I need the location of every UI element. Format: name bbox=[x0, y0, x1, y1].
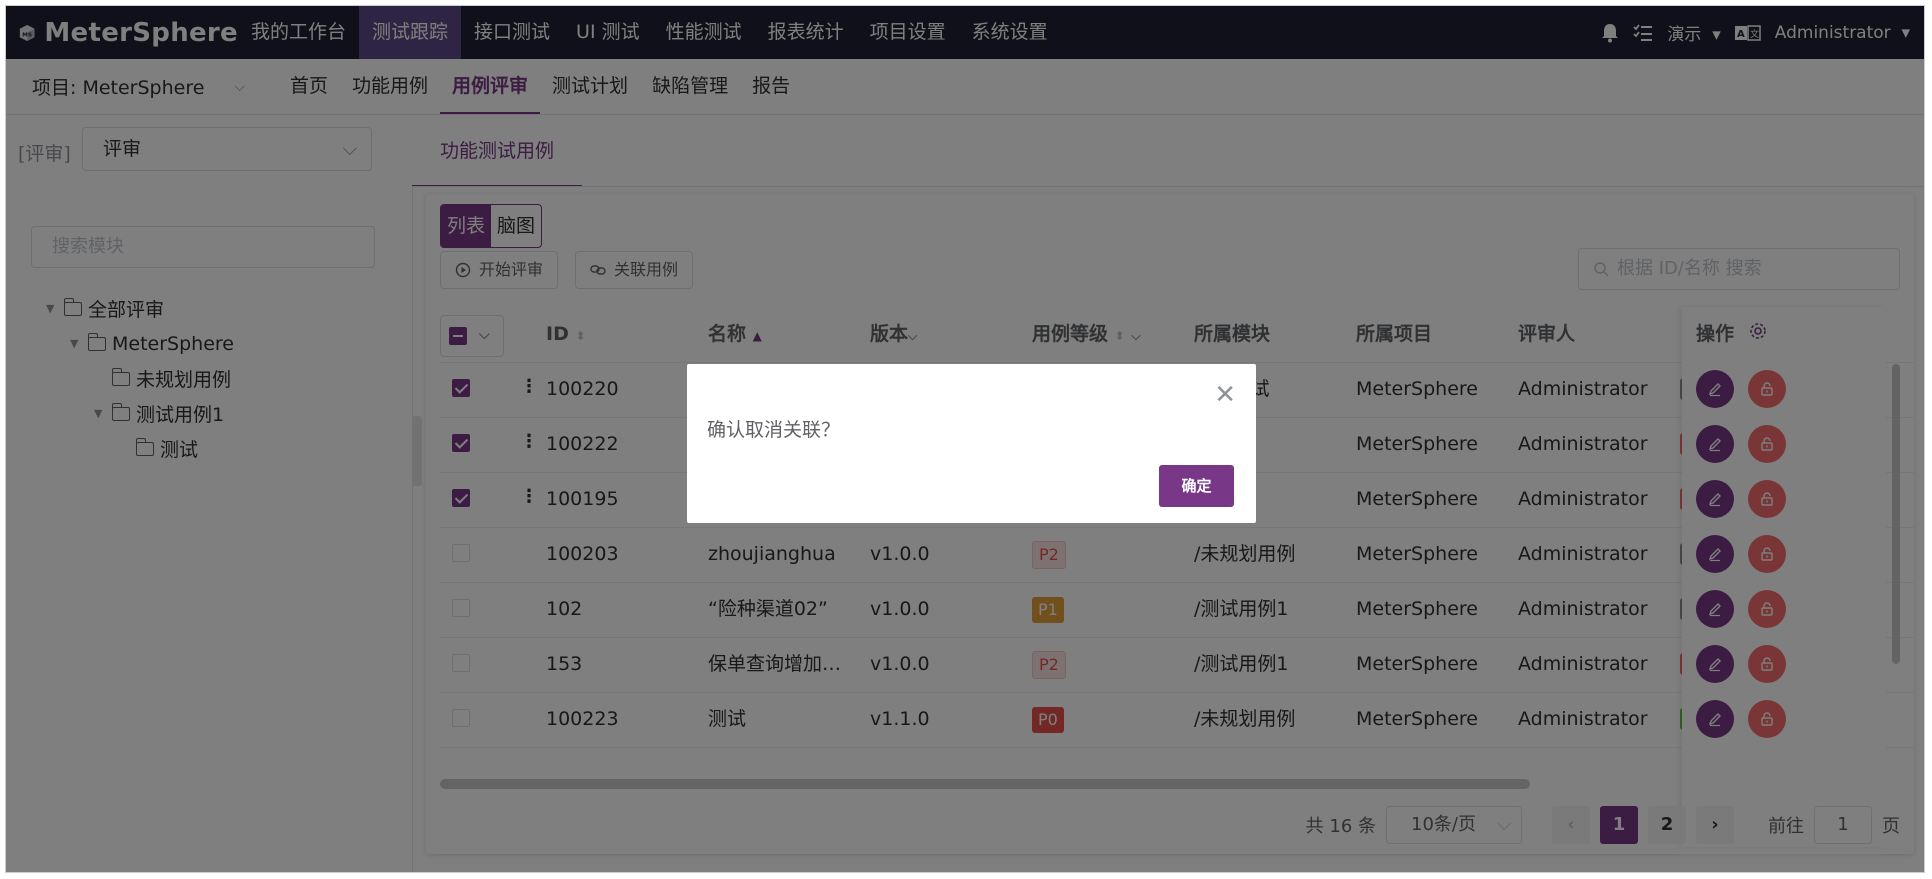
confirm-dialog: ✕ 确认取消关联？ 确定 bbox=[687, 364, 1256, 523]
confirm-button[interactable]: 确定 bbox=[1159, 465, 1234, 507]
dialog-message: 确认取消关联？ bbox=[707, 419, 841, 441]
app-window: MS MeterSphere 我的工作台 测试跟踪 接口测试 UI 测试 性能测… bbox=[5, 5, 1925, 873]
close-icon[interactable]: ✕ bbox=[1214, 382, 1236, 408]
